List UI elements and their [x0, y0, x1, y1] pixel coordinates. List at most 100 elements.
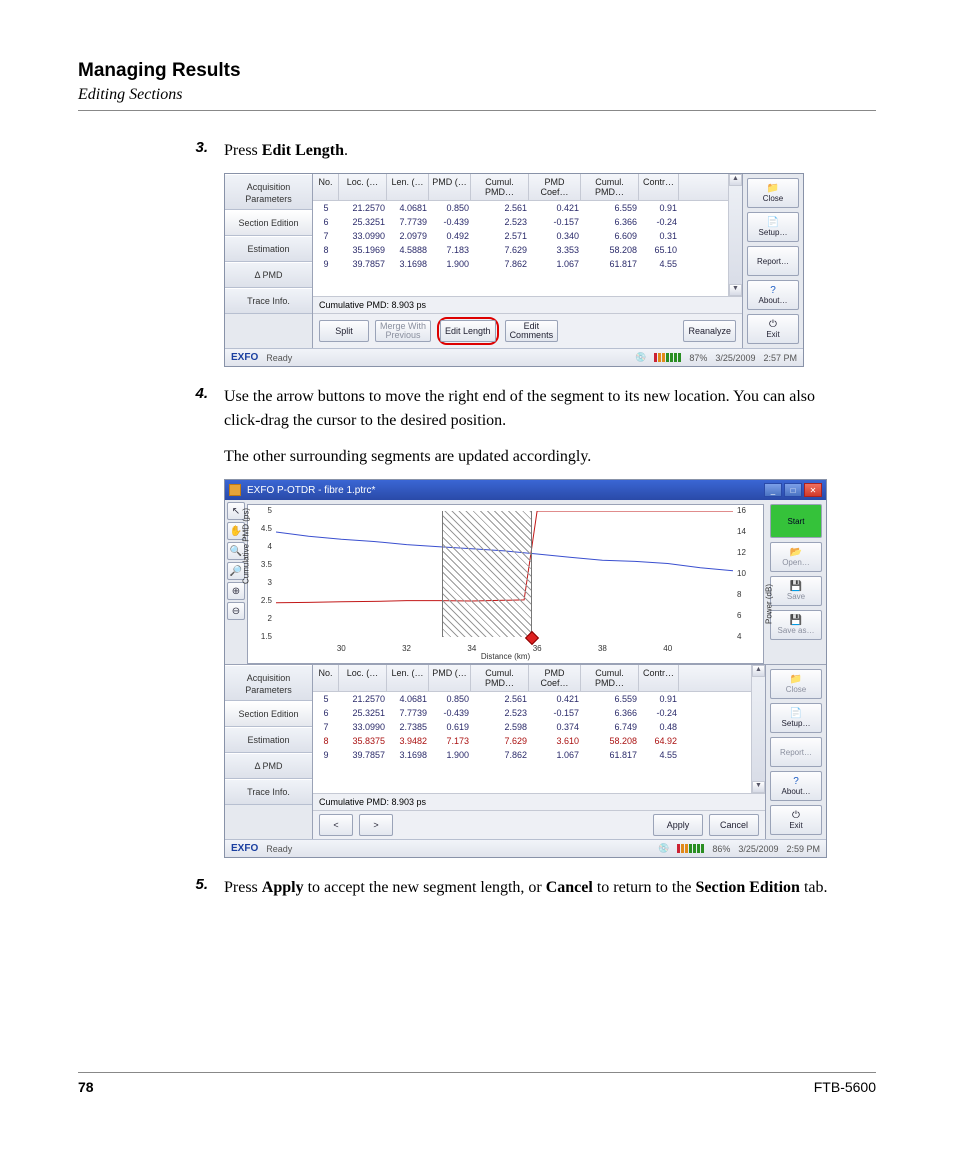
date-label: 3/25/2009	[738, 844, 778, 854]
center-panel: No. Loc. (… Len. (… PMD (… Cumul. PMD… P…	[313, 174, 743, 348]
tab-estimation[interactable]: Estimation	[225, 236, 312, 262]
report-button[interactable]: Report…	[770, 737, 822, 767]
close-button[interactable]: 📁Close	[770, 669, 822, 699]
bold-text: Cancel	[546, 879, 593, 896]
page-number: 78	[78, 1079, 94, 1095]
tab-acquisition-parameters[interactable]: AcquisitionParameters	[225, 174, 312, 210]
reanalyze-button[interactable]: Reanalyze	[683, 320, 736, 342]
col-loc[interactable]: Loc. (…	[339, 174, 387, 200]
status-text: Ready	[266, 844, 292, 854]
scroll-down-icon[interactable]: ▼	[729, 284, 742, 296]
screenshot-2: EXFO P-OTDR - fibre 1.ptrc* _ □ ✕ ↖ ✋ 🔍 …	[224, 479, 827, 858]
power-icon: ⏻	[792, 811, 800, 821]
tab-estimation[interactable]: Estimation	[225, 727, 312, 753]
col-pmd-coef[interactable]: PMD Coef…	[529, 174, 581, 200]
apply-button[interactable]: Apply	[653, 814, 703, 836]
step-number: 3.	[186, 139, 208, 163]
table-row[interactable]: 733.09902.73850.6192.5980.3746.7490.48	[313, 720, 751, 734]
scroll-up-icon[interactable]: ▲	[752, 665, 765, 677]
tab-trace-info[interactable]: Trace Info.	[225, 288, 312, 314]
col-pmd[interactable]: PMD (…	[429, 665, 471, 691]
maximize-button[interactable]: □	[784, 483, 802, 497]
tab-acquisition-parameters[interactable]: AcquisitionParameters	[225, 665, 312, 701]
text: Press	[224, 142, 262, 159]
table-row[interactable]: 939.78573.16981.9007.8621.06761.8174.55	[313, 748, 751, 762]
merge-with-previous-button[interactable]: Merge WithPrevious	[375, 320, 431, 342]
text: .	[344, 142, 348, 159]
text: The other surrounding segments are updat…	[224, 445, 846, 469]
close-button[interactable]: 📁Close	[747, 178, 799, 208]
table-row[interactable]: 939.78573.16981.9007.8621.06761.8174.55	[313, 257, 728, 271]
help-icon: ?	[770, 286, 776, 296]
power-icon: ⏻	[769, 320, 777, 330]
minimize-button[interactable]: _	[764, 483, 782, 497]
report-button[interactable]: Report…	[747, 246, 799, 276]
col-pmd-coef[interactable]: PMD Coef…	[529, 665, 581, 691]
document-icon: 📄	[790, 709, 802, 719]
start-button[interactable]: Start	[770, 504, 822, 538]
col-cumul-pmd-2[interactable]: Cumul. PMD…	[581, 174, 639, 200]
highlight-ring: Edit Length	[437, 317, 499, 345]
page-subtitle: Editing Sections	[78, 86, 876, 104]
edit-comments-button[interactable]: EditComments	[505, 320, 559, 342]
open-button[interactable]: 📂Open…	[770, 542, 822, 572]
left-tabs: AcquisitionParameters Section Edition Es…	[225, 665, 313, 839]
cancel-button[interactable]: Cancel	[709, 814, 759, 836]
close-window-button[interactable]: ✕	[804, 483, 822, 497]
step-5: 5. Press Apply to accept the new segment…	[186, 876, 846, 900]
right-button-column: Start 📂Open… 💾Save 💾Save as…	[766, 500, 826, 664]
table-row[interactable]: 521.25704.06810.8502.5610.4216.5590.91	[313, 692, 751, 706]
step-4: 4. Use the arrow buttons to move the rig…	[186, 385, 846, 469]
table-row[interactable]: 835.83753.94827.1737.6293.61058.20864.92	[313, 734, 751, 748]
split-button[interactable]: Split	[319, 320, 369, 342]
table-row[interactable]: 625.32517.7739-0.4392.523-0.1576.366-0.2…	[313, 706, 751, 720]
edit-length-button[interactable]: Edit Length	[440, 320, 496, 342]
text: to return to the	[593, 879, 696, 896]
col-pmd[interactable]: PMD (…	[429, 174, 471, 200]
exit-button[interactable]: ⏻Exit	[770, 805, 822, 835]
col-contr[interactable]: Contr…	[639, 174, 679, 200]
col-cumul-pmd[interactable]: Cumul. PMD…	[471, 174, 529, 200]
move-right-button[interactable]: >	[359, 814, 393, 836]
col-cumul-pmd[interactable]: Cumul. PMD…	[471, 665, 529, 691]
zoom-out-tool[interactable]: ⊖	[227, 602, 245, 620]
col-contr[interactable]: Contr…	[639, 665, 679, 691]
exit-button[interactable]: ⏻Exit	[747, 314, 799, 344]
scroll-down-icon[interactable]: ▼	[752, 781, 765, 793]
table-scrollbar[interactable]: ▲ ▼	[728, 174, 742, 296]
tab-section-edition[interactable]: Section Edition	[225, 701, 312, 727]
col-loc[interactable]: Loc. (…	[339, 665, 387, 691]
col-no[interactable]: No.	[313, 174, 339, 200]
table-row[interactable]: 625.32517.7739-0.4392.523-0.1576.366-0.2…	[313, 215, 728, 229]
col-len[interactable]: Len. (…	[387, 665, 429, 691]
col-no[interactable]: No.	[313, 665, 339, 691]
save-as-button[interactable]: 💾Save as…	[770, 610, 822, 640]
setup-button[interactable]: 📄Setup…	[747, 212, 799, 242]
move-left-button[interactable]: <	[319, 814, 353, 836]
table-scrollbar[interactable]: ▲ ▼	[751, 665, 765, 793]
save-button[interactable]: 💾Save	[770, 576, 822, 606]
table-row[interactable]: 733.09902.09790.4922.5710.3406.6090.31	[313, 229, 728, 243]
tab-delta-pmd[interactable]: Δ PMD	[225, 262, 312, 288]
setup-button[interactable]: 📄Setup…	[770, 703, 822, 733]
left-tabs: AcquisitionParameters Section Edition Es…	[225, 174, 313, 348]
zoom-in-tool[interactable]: ⊕	[227, 582, 245, 600]
save-icon: 💾	[790, 616, 802, 626]
tab-section-edition[interactable]: Section Edition	[225, 210, 312, 236]
folder-icon: 📁	[790, 675, 802, 685]
brand-label: EXFO	[231, 352, 258, 363]
results-table: No. Loc. (… Len. (… PMD (… Cumul. PMD… P…	[313, 174, 728, 296]
tab-trace-info[interactable]: Trace Info.	[225, 779, 312, 805]
col-len[interactable]: Len. (…	[387, 174, 429, 200]
time-label: 2:57 PM	[763, 353, 797, 363]
table-row[interactable]: 521.25704.06810.8502.5610.4216.5590.91	[313, 201, 728, 215]
tab-delta-pmd[interactable]: Δ PMD	[225, 753, 312, 779]
table-row[interactable]: 835.19694.58887.1837.6293.35358.20865.10	[313, 243, 728, 257]
status-bar: EXFO Ready 💿 87% 3/25/2009 2:57 PM	[225, 348, 803, 366]
about-button[interactable]: ?About…	[747, 280, 799, 310]
col-cumul-pmd-2[interactable]: Cumul. PMD…	[581, 665, 639, 691]
chart[interactable]: Cumulative PMD (ps) Power (dB) Distance …	[247, 504, 764, 664]
y-axis-left-label: Cumulative PMD (ps)	[242, 508, 251, 584]
about-button[interactable]: ?About…	[770, 771, 822, 801]
scroll-up-icon[interactable]: ▲	[729, 174, 742, 186]
